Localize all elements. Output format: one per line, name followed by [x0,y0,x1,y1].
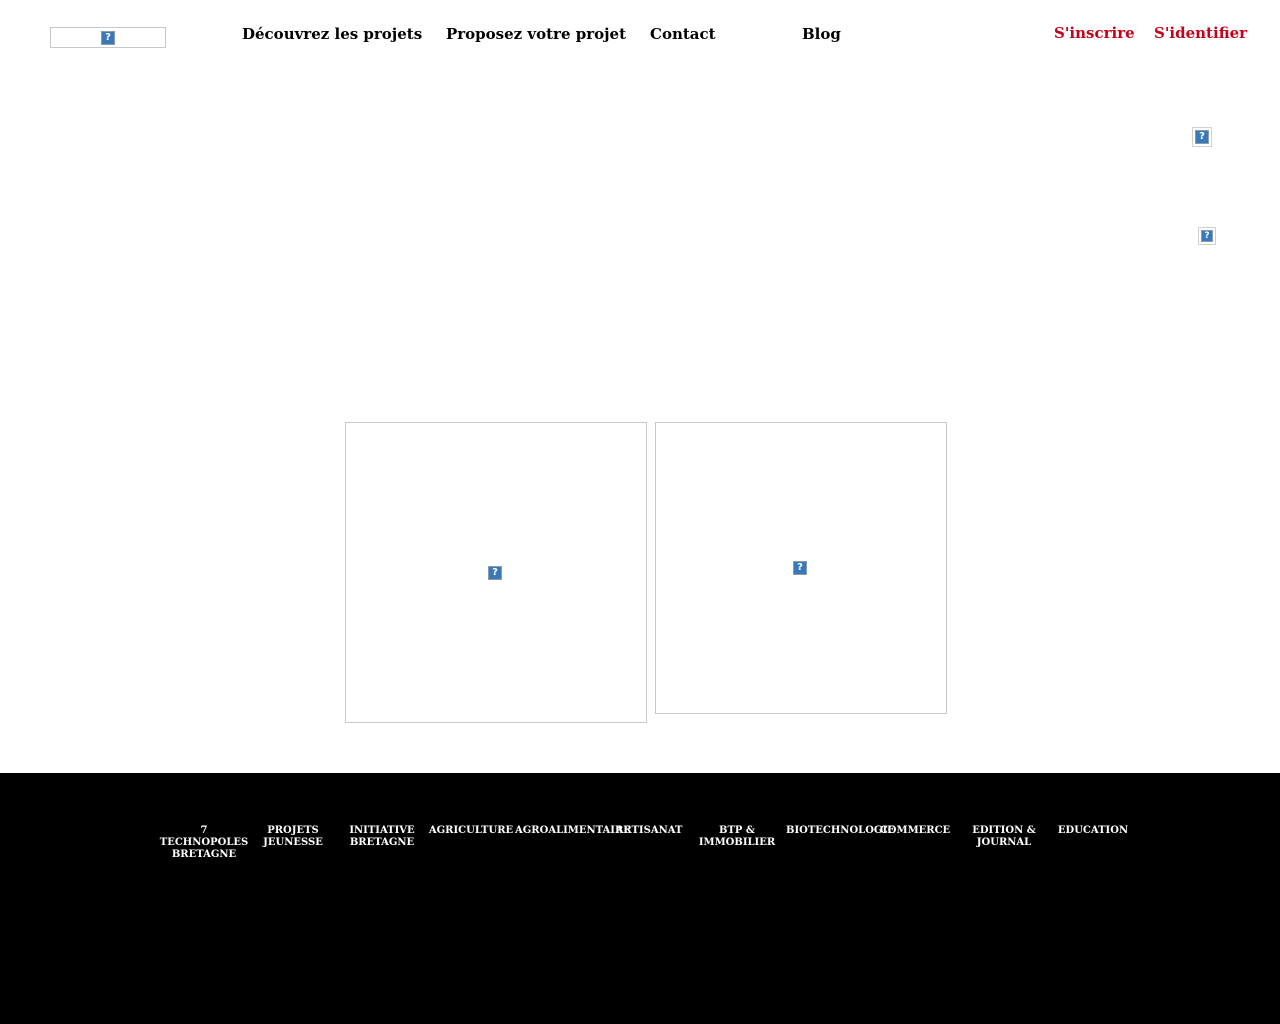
project-card[interactable] [655,422,947,714]
nav-blog[interactable]: Blog [802,25,841,43]
site-footer: 7 TECHNOPOLES BRETAGNE PROJETS JEUNESSE … [0,773,1280,1024]
category-link[interactable]: INITIATIVE BRETAGNE [337,825,427,849]
category-link[interactable]: AGRICULTURE [426,825,516,837]
category-link[interactable]: EDITION & JOURNAL [959,825,1049,849]
project-card[interactable] [345,422,647,723]
broken-image-icon [793,561,807,575]
category-link[interactable]: 7 TECHNOPOLES BRETAGNE [159,825,249,861]
category-link[interactable]: PROJETS JEUNESSE [248,825,338,849]
category-link[interactable]: COMMERCE [870,825,960,837]
category-link[interactable]: EDUCATION [1048,825,1138,837]
category-link[interactable]: ARTISANAT [604,825,694,837]
broken-image-icon[interactable] [1192,127,1212,147]
nav-discover-projects[interactable]: Découvrez les projets [242,25,422,43]
page: Découvrez les projets Proposez votre pro… [0,0,1280,1024]
broken-image-icon [101,31,115,45]
broken-image-icon[interactable] [1198,227,1216,245]
nav-propose-project[interactable]: Proposez votre projet [446,25,626,43]
nav-contact[interactable]: Contact [650,25,716,43]
signup-link[interactable]: S'inscrire [1054,24,1135,42]
broken-image-icon [488,566,502,580]
site-logo[interactable] [50,27,166,48]
category-link[interactable]: BTP & IMMOBILIER [692,825,782,849]
login-link[interactable]: S'identifier [1154,24,1247,42]
